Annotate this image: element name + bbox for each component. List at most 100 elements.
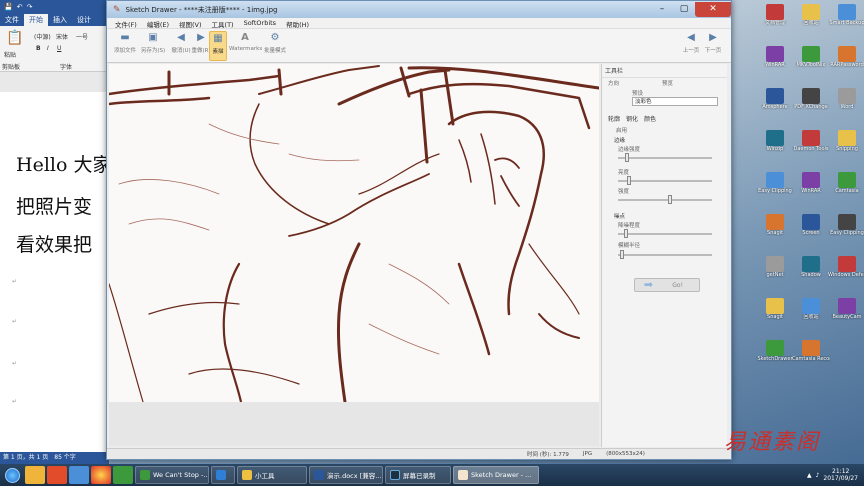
desktop-icon[interactable]: WinRAR (792, 172, 830, 204)
task-word[interactable]: 演示.docx [兼容... (309, 466, 383, 484)
task-recorder[interactable]: 屏幕已录制 (385, 466, 451, 484)
tab-color[interactable]: 颜色 (644, 114, 656, 123)
italic-button[interactable]: I (47, 45, 49, 52)
desktop-icon[interactable]: Amsphere (756, 88, 794, 120)
desktop-icon[interactable]: Easy Clipping (828, 214, 864, 246)
add-file-button[interactable]: ▬ 添加文件 (111, 31, 139, 61)
start-button[interactable] (0, 464, 24, 486)
maximize-button[interactable]: ▢ (673, 2, 695, 17)
word-window: 💾 ↶ ↷ 文件 开始 插入 设计 📋 粘贴 (中源) 宋体 一号 B I U … (0, 0, 110, 464)
desktop-icon[interactable]: Daemon Tools (792, 130, 830, 162)
task-blue-app[interactable] (211, 466, 235, 484)
taskbar-pin-chrome-icon[interactable] (91, 466, 111, 484)
desktop-icon[interactable]: Camtasia (828, 172, 864, 204)
desktop-icon[interactable]: Winzip (756, 130, 794, 162)
clock[interactable]: 21:12 2017/09/27 (823, 468, 858, 482)
preset-tab-direction[interactable]: 方向 (608, 79, 619, 87)
slider-knob[interactable] (624, 229, 628, 238)
intensity-slider[interactable] (618, 195, 712, 204)
taskbar-pin-folder-icon[interactable] (25, 466, 45, 484)
close-button[interactable]: ✕ (695, 2, 731, 17)
word-tab-design[interactable]: 设计 (72, 14, 96, 26)
denoise-slider[interactable] (618, 229, 712, 238)
watermarks-button[interactable]: A Watermarks (229, 31, 262, 61)
desktop-icon[interactable]: Snagit (756, 214, 794, 246)
word-document[interactable]: Hello 大家 把照片变 看效果把 ↵ ↵ ↵ ↵ (0, 92, 109, 452)
denoise-label: 降噪程度 (618, 223, 641, 229)
task-music[interactable]: We Can't Stop -... (135, 466, 209, 484)
paste-icon[interactable]: 📋 (6, 30, 23, 46)
underline-button[interactable]: U (57, 45, 61, 52)
sketch-canvas[interactable] (109, 64, 599, 402)
prev-image-button[interactable]: ◀ 上一页 (681, 31, 701, 61)
desktop-icon[interactable]: Shadow (792, 256, 830, 288)
desktop-icon[interactable]: Snagit (756, 298, 794, 330)
preview-button[interactable]: ▦ 素描 (209, 31, 227, 61)
desktop-icon-label: 回收站 (803, 20, 819, 26)
desktop-icon[interactable]: Camtasia Recorder (792, 340, 830, 372)
tab-harden[interactable]: 钢化 (626, 114, 638, 123)
paste-button[interactable]: 粘贴 (4, 50, 16, 59)
font-size-select[interactable]: 一号 (76, 32, 88, 41)
desktop-icon[interactable]: BeautyCam (828, 298, 864, 330)
preset-select[interactable]: 淡彩色 (632, 97, 718, 106)
desktop-icon[interactable]: WinRAR (756, 46, 794, 78)
enable-checkbox-label[interactable]: 启用 (616, 126, 627, 134)
slider-knob[interactable] (668, 195, 672, 204)
desktop-icon[interactable]: Screen (792, 214, 830, 246)
desktop-icon[interactable]: Easy Clipping (756, 172, 794, 204)
desktop-icon[interactable]: MKVToolNix (792, 46, 830, 78)
save-as-button[interactable]: ▣ 另存为(S) (139, 31, 167, 61)
desktop-icon[interactable]: getNet (756, 256, 794, 288)
network-icon[interactable]: ▲ (807, 472, 812, 479)
go-button[interactable]: ➡ Go! (634, 278, 700, 292)
taskbar-pin-media-icon[interactable] (47, 466, 67, 484)
taskbar-pin-app-icon[interactable] (113, 466, 133, 484)
slider-knob[interactable] (627, 176, 631, 185)
slider-knob[interactable] (620, 250, 624, 259)
desktop-icon[interactable]: 回收站 (792, 298, 830, 330)
slider-knob[interactable] (625, 153, 629, 162)
app-icon (766, 214, 784, 230)
word-tab-file[interactable]: 文件 (0, 14, 24, 26)
tab-outline[interactable]: 轮廓 (608, 114, 620, 123)
word-tab-home[interactable]: 开始 (24, 14, 48, 26)
menu-edit[interactable]: 编辑(E) (143, 18, 173, 29)
word-tab-insert[interactable]: 插入 (48, 14, 72, 26)
menu-view[interactable]: 视图(V) (175, 18, 206, 29)
desktop-icon-label: SketchDrawer (757, 356, 793, 362)
brightness-slider[interactable] (618, 176, 712, 185)
next-image-button[interactable]: ▶ 下一页 (703, 31, 723, 61)
window-title-bar[interactable]: ✎ Sketch Drawer - ****未注册版**** - 1img.jp… (107, 1, 731, 18)
batch-mode-button[interactable]: ⚙ 批量模式 (261, 31, 289, 61)
word-redo-icon[interactable]: ↷ (27, 3, 33, 11)
task-sketch-drawer[interactable]: Sketch Drawer - ... (453, 466, 539, 484)
volume-icon[interactable]: ♪ (816, 472, 820, 479)
desktop-icon[interactable]: RARPassword (828, 46, 864, 78)
edge-strength-label: 边缘强度 (618, 147, 641, 153)
menu-help[interactable]: 帮助(H) (282, 18, 313, 29)
font-name-select[interactable]: (中源) (34, 32, 51, 41)
blur-radius-slider[interactable] (618, 250, 712, 259)
word-undo-icon[interactable]: ↶ (17, 3, 23, 11)
menu-file[interactable]: 文件(F) (111, 18, 141, 29)
menu-tools[interactable]: 工具(T) (208, 18, 238, 29)
desktop-icon[interactable]: 回收站 (792, 4, 830, 36)
desktop-icon[interactable]: Smart Backup (828, 4, 864, 36)
minimize-button[interactable]: – (651, 2, 673, 17)
preset-tab-preview[interactable]: 预览 (662, 79, 673, 87)
status-format: JPG (582, 451, 593, 457)
desktop-icon[interactable]: Word (828, 88, 864, 120)
edge-strength-slider[interactable] (618, 153, 712, 162)
task-folder[interactable]: 小工具 (237, 466, 307, 484)
desktop-icon[interactable]: Snipping (828, 130, 864, 162)
word-save-icon[interactable]: 💾 (4, 3, 13, 11)
taskbar-pin-ie-icon[interactable] (69, 466, 89, 484)
desktop-icon[interactable]: PDF XChange (792, 88, 830, 120)
font-family-select[interactable]: 宋体 (56, 32, 68, 41)
menu-softorbits[interactable]: SoftOrbits (240, 18, 280, 28)
desktop-icon[interactable]: Windows Defender (828, 256, 864, 288)
desktop-icon[interactable]: 文档管理 (756, 4, 794, 36)
bold-button[interactable]: B (36, 45, 41, 52)
desktop-icon[interactable]: SketchDrawer (756, 340, 794, 372)
